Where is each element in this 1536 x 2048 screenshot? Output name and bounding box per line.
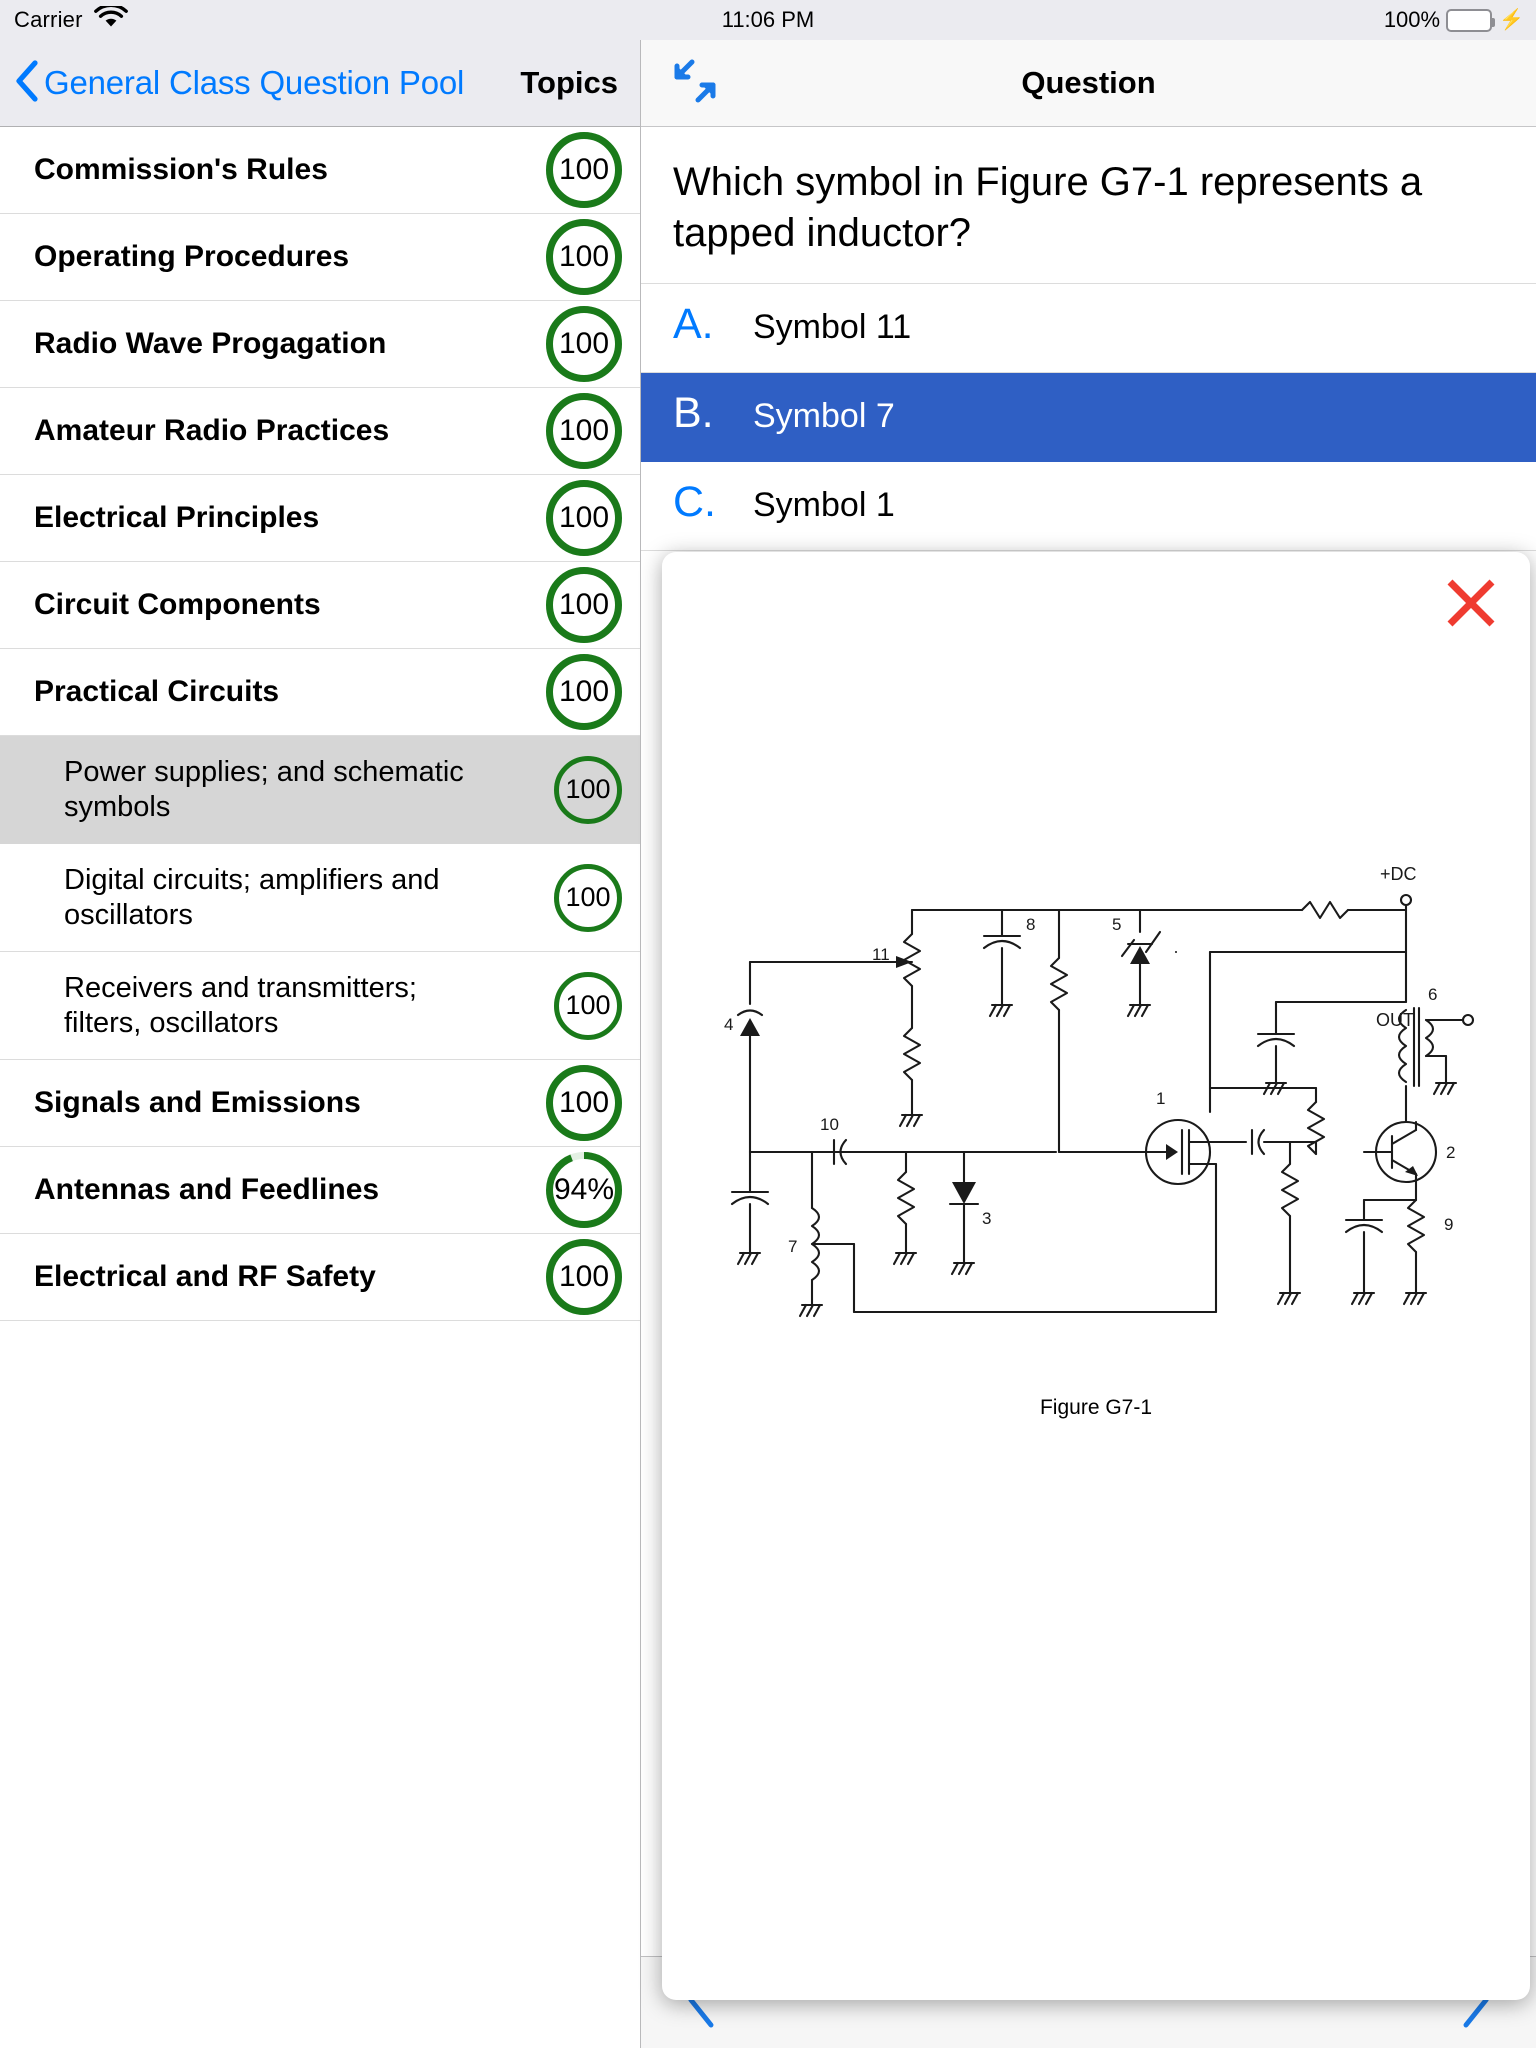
topic-row[interactable]: Digital circuits; amplifiers and oscilla… <box>0 844 640 952</box>
topic-row[interactable]: Commission's Rules 100 <box>0 127 640 214</box>
component-label-6: 6 <box>1428 985 1437 1004</box>
topic-label: Power supplies; and schematic symbols <box>64 756 464 823</box>
answer-text: Symbol 11 <box>753 308 912 347</box>
topic-label: Electrical Principles <box>34 501 320 535</box>
close-x-icon[interactable] <box>1442 574 1500 637</box>
progress-badge: 100 <box>546 219 622 295</box>
status-bar-right: 100% ⚡ <box>1384 7 1524 33</box>
topic-label: Electrical and RF Safety <box>34 1260 376 1294</box>
topic-label: Antennas and Feedlines <box>34 1173 380 1207</box>
progress-badge-value: 100 <box>558 675 610 708</box>
component-label-4: 4 <box>724 1015 733 1034</box>
progress-badge-value: 100 <box>565 774 611 804</box>
progress-badge: 94% <box>546 1152 622 1228</box>
topic-row[interactable]: Operating Procedures 100 <box>0 214 640 301</box>
answer-option[interactable]: B. Symbol 7 <box>641 373 1536 463</box>
master-title: Topics <box>520 65 618 100</box>
topic-label: Amateur Radio Practices <box>34 414 390 448</box>
topic-label: Signals and Emissions <box>34 1086 361 1120</box>
component-label-9: 9 <box>1444 1215 1453 1234</box>
status-bar: Carrier 11:06 PM 100% ⚡ <box>0 0 1536 40</box>
progress-badge: 100 <box>554 971 622 1040</box>
back-button-label: General Class Question Pool <box>44 64 465 101</box>
answer-letter: B. <box>673 389 714 438</box>
split-view: General Class Question Pool Topics Commi… <box>0 40 1536 2048</box>
detail-navigation-bar: Question <box>641 40 1536 127</box>
clock-label: 11:06 PM <box>721 7 815 32</box>
progress-badge: 100 <box>546 654 622 730</box>
answer-list[interactable]: A. Symbol 11 B. Symbol 7 C. Symbol 1 <box>641 284 1536 552</box>
master-navigation-bar: General Class Question Pool Topics <box>0 40 640 127</box>
detail-title: Question <box>1021 65 1156 100</box>
topic-list[interactable]: Commission's Rules 100 Operating Procedure… <box>0 127 640 2048</box>
topic-label: Circuit Components <box>34 588 321 622</box>
answer-text: Symbol 7 <box>753 397 895 436</box>
topic-label: Radio Wave Progagation <box>34 327 387 361</box>
topic-label: Practical Circuits <box>34 675 280 709</box>
progress-badge-value: 100 <box>558 588 610 621</box>
component-label-8: 8 <box>1026 915 1035 934</box>
figure-caption: Figure G7-1 <box>1039 1396 1153 1419</box>
progress-badge-value: 100 <box>558 501 610 534</box>
component-label-7: 7 <box>788 1237 797 1256</box>
topic-row[interactable]: Electrical and RF Safety 100 <box>0 1234 640 1321</box>
progress-badge: 100 <box>546 567 622 643</box>
chevron-left-icon <box>14 59 40 108</box>
topic-label: Commission's Rules <box>34 153 328 187</box>
battery-percent-label: 100% <box>1383 7 1441 32</box>
progress-badge: 100 <box>546 132 622 208</box>
progress-badge-value: 100 <box>558 153 610 186</box>
question-text: Which symbol in Figure G7-1 represents a… <box>641 127 1536 285</box>
progress-badge: 100 <box>546 1065 622 1141</box>
progress-badge: 100 <box>546 1239 622 1315</box>
progress-badge-value: 100 <box>558 1260 610 1293</box>
topic-label: Operating Procedures <box>34 240 350 274</box>
component-label-11: 11 <box>872 945 890 964</box>
progress-badge-value: 100 <box>558 240 610 273</box>
app-screen: Carrier 11:06 PM 100% ⚡ General Class Qu… <box>0 0 1536 2048</box>
topic-row[interactable]: Radio Wave Progagation 100 <box>0 301 640 388</box>
progress-badge: 100 <box>546 480 622 556</box>
status-bar-center: 11:06 PM <box>0 7 1536 33</box>
answer-letter: C. <box>673 478 716 527</box>
topic-row[interactable]: Practical Circuits 100 <box>0 649 640 736</box>
topic-row[interactable]: Receivers and transmitters; filters, osc… <box>0 952 640 1060</box>
answer-option[interactable]: A. Symbol 11 <box>641 284 1536 374</box>
progress-badge-value: 100 <box>565 882 611 912</box>
battery-full-icon <box>1446 8 1496 32</box>
component-label-10: 10 <box>820 1115 839 1134</box>
schematic-svg: 11 4 8 5 +DC 6 1 2 9 10 7 3 OUT <box>724 864 1475 1318</box>
master-pane: General Class Question Pool Topics Commi… <box>0 40 641 2048</box>
progress-badge-value: 100 <box>558 1086 610 1119</box>
answer-text: Symbol 1 <box>753 486 895 525</box>
answer-option[interactable]: C. Symbol 1 <box>641 462 1536 552</box>
progress-badge-value: 100 <box>558 327 610 360</box>
topic-row[interactable]: Amateur Radio Practices 100 <box>0 388 640 475</box>
topic-row[interactable]: Antennas and Feedlines 94% <box>0 1147 640 1234</box>
figure-modal: 11 4 8 5 +DC 6 1 2 9 10 7 3 OUT Figure G… <box>662 552 1530 2000</box>
topic-row[interactable]: Signals and Emissions 100 <box>0 1060 640 1147</box>
topic-row[interactable]: Power supplies; and schematic symbols 100 <box>0 736 640 844</box>
progress-badge: 100 <box>554 755 622 824</box>
topic-row[interactable]: Electrical Principles 100 <box>0 475 640 562</box>
progress-badge-value: 100 <box>565 990 611 1020</box>
output-label: OUT <box>1376 1010 1414 1030</box>
component-label-3: 3 <box>982 1209 991 1228</box>
progress-badge: 100 <box>546 393 622 469</box>
topic-label: Digital circuits; amplifiers and oscilla… <box>64 864 440 931</box>
component-label-2: 2 <box>1446 1143 1455 1162</box>
supply-label: +DC <box>1380 864 1417 884</box>
figure-g7-1: 11 4 8 5 +DC 6 1 2 9 10 7 3 OUT Figure G… <box>662 852 1530 1420</box>
topic-row[interactable]: Circuit Components 100 <box>0 562 640 649</box>
answer-letter: A. <box>673 300 714 349</box>
lightning-bolt-icon: ⚡ <box>1499 9 1524 31</box>
progress-badge: 100 <box>554 863 622 932</box>
progress-badge-value: 100 <box>558 414 610 447</box>
progress-badge-value: 94% <box>553 1173 615 1206</box>
progress-badge: 100 <box>546 306 622 382</box>
component-label-5: 5 <box>1112 915 1121 934</box>
back-button[interactable]: General Class Question Pool <box>14 59 464 108</box>
component-label-1: 1 <box>1156 1089 1165 1108</box>
topic-label: Receivers and transmitters; filters, osc… <box>64 972 417 1039</box>
